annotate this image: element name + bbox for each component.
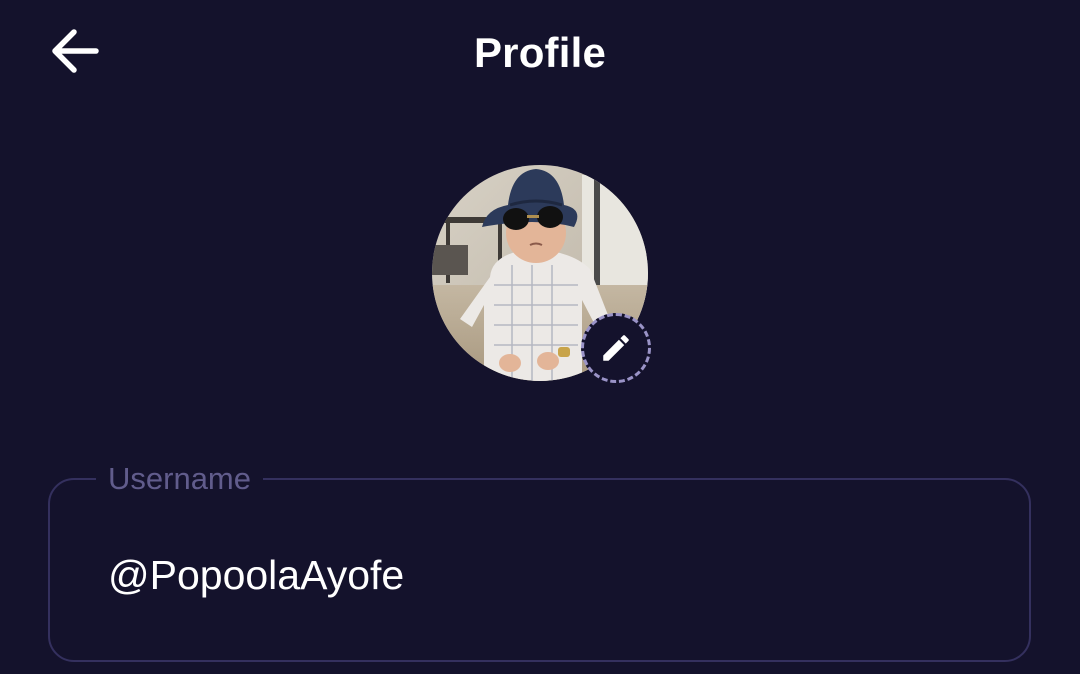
- edit-avatar-button[interactable]: [581, 313, 651, 383]
- profile-screen: Profile Username @PopoolaAyofe: [0, 0, 1080, 674]
- username-input[interactable]: @PopoolaAyofe: [108, 550, 988, 600]
- page-title: Profile: [473, 29, 607, 76]
- username-label: Username: [96, 460, 263, 498]
- pencil-icon: [603, 335, 629, 361]
